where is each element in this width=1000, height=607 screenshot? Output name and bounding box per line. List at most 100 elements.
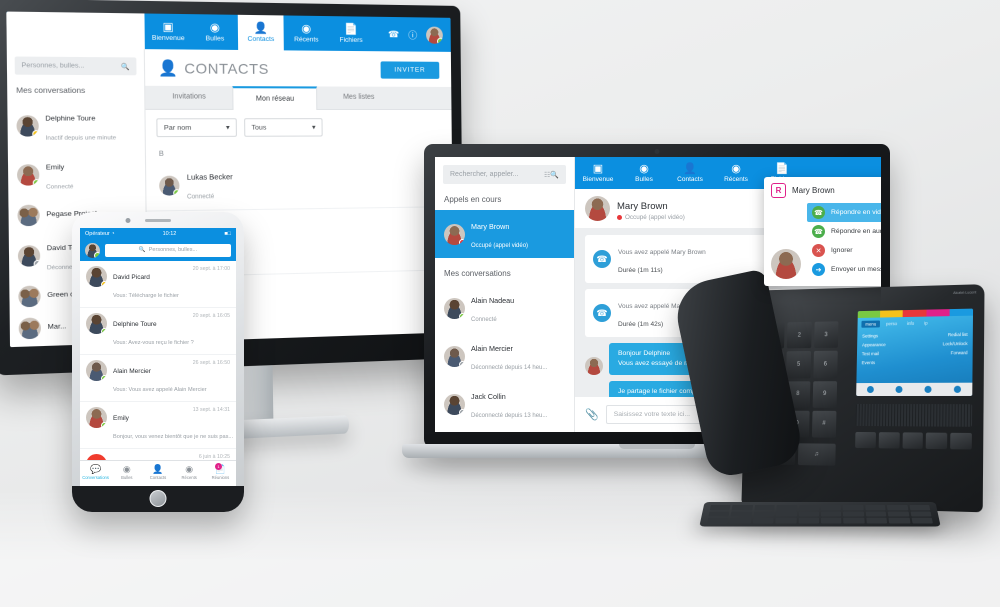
- kb-key[interactable]: [730, 511, 753, 517]
- fn-key[interactable]: [926, 432, 948, 450]
- kb-key[interactable]: [910, 511, 932, 517]
- tab-menu[interactable]: menu: [861, 320, 881, 328]
- tab-contacts[interactable]: 👤 Contacts: [142, 461, 173, 484]
- kb-key[interactable]: [911, 517, 933, 524]
- kb-key[interactable]: [888, 517, 911, 524]
- tab-mes-listes[interactable]: Mes listes: [317, 86, 400, 109]
- softkey-1[interactable]: [856, 383, 885, 396]
- list-item[interactable]: Alain Mercier Vous: Vous avez appelé Ala…: [80, 355, 236, 402]
- nav-fichiers[interactable]: 📄 Fichiers: [329, 16, 374, 51]
- list-item[interactable]: Delphine Toure Vous: Avez-vous reçu le f…: [80, 308, 236, 355]
- fn-key[interactable]: [878, 432, 900, 449]
- list-item[interactable]: David Picard Vous: Télécharge le fichier…: [80, 261, 236, 308]
- menu-item-redial-list[interactable]: Redial list: [943, 330, 968, 339]
- list-item[interactable]: Alain Mercier Déconnecté depuis 14 heu..…: [435, 332, 574, 380]
- magic-keyboard-module[interactable]: [699, 501, 941, 527]
- kb-key[interactable]: [708, 511, 730, 517]
- list-item[interactable]: LL Line Levy Line Levy a essayé de vous …: [80, 449, 236, 460]
- kb-key[interactable]: [820, 511, 842, 517]
- nav-bienvenue[interactable]: ▣ Bienvenue: [575, 157, 621, 189]
- speaker-icon[interactable]: ♫: [797, 443, 836, 466]
- kb-key[interactable]: [732, 504, 753, 511]
- kb-key[interactable]: [820, 517, 842, 524]
- fn-key[interactable]: [902, 432, 924, 449]
- filter-select[interactable]: Tous ▾: [244, 118, 323, 137]
- tab-reunions[interactable]: 📄 Réunions 1: [205, 461, 236, 484]
- menu-item-test-mail[interactable]: Test mail: [862, 349, 886, 358]
- avatar[interactable]: [425, 26, 443, 44]
- kb-key[interactable]: [709, 504, 731, 511]
- key-6[interactable]: 6: [812, 350, 838, 378]
- kb-key[interactable]: [843, 511, 865, 517]
- tab-mon-reseau[interactable]: Mon réseau: [232, 86, 318, 110]
- nav-bienvenue[interactable]: ▣ Bienvenue: [144, 13, 191, 49]
- kb-key[interactable]: [866, 517, 888, 524]
- kb-key[interactable]: [775, 511, 797, 517]
- softkey-3[interactable]: [913, 383, 942, 396]
- key-2[interactable]: 2: [787, 321, 812, 349]
- nav-contacts[interactable]: 👤 Contacts: [667, 157, 713, 189]
- kb-key[interactable]: [865, 511, 887, 517]
- tab-info[interactable]: info: [903, 320, 918, 327]
- list-item[interactable]: Jack Collin Déconnecté depuis 13 heu...: [435, 380, 574, 428]
- avatar[interactable]: [85, 242, 100, 258]
- kb-key[interactable]: [798, 511, 819, 517]
- kb-key[interactable]: [752, 517, 774, 524]
- menu-item-settings[interactable]: Settings: [862, 331, 886, 340]
- answer-audio-button[interactable]: ☎ Répondre en audio: [807, 222, 881, 241]
- nav-contacts[interactable]: 👤 Contacts: [237, 14, 284, 51]
- active-call-item[interactable]: Mary Brown Occupé (appel vidéo): [435, 210, 574, 258]
- nav-bulles[interactable]: ◉ Bulles: [621, 157, 667, 189]
- softkey-2[interactable]: [885, 383, 914, 396]
- search-input[interactable]: 🔍 Personnes, bulles...: [105, 243, 231, 257]
- kb-key[interactable]: [754, 504, 775, 511]
- key-hash[interactable]: #: [811, 410, 837, 438]
- table-row[interactable]: Lukas Becker Connecté: [146, 158, 453, 212]
- kb-key[interactable]: [753, 511, 775, 517]
- key-3[interactable]: 3: [813, 321, 839, 349]
- nav-recents[interactable]: ◉ Récents: [283, 15, 328, 50]
- kb-key[interactable]: [776, 504, 797, 511]
- tab-invitations[interactable]: Invitations: [145, 86, 232, 109]
- kb-key[interactable]: [798, 504, 820, 511]
- info-icon[interactable]: ⓘ: [408, 28, 417, 41]
- search-input[interactable]: Rechercher, appeler... ☷🔍: [443, 165, 566, 184]
- kb-key[interactable]: [865, 504, 886, 511]
- kb-key[interactable]: [887, 504, 908, 511]
- menu-item-forward[interactable]: Forward: [943, 348, 968, 357]
- fn-key[interactable]: [950, 432, 972, 450]
- softkey-4[interactable]: [943, 383, 973, 396]
- menu-item-events[interactable]: Events: [862, 358, 886, 367]
- menu-item-lock-unlock[interactable]: Lock/Unlock: [943, 339, 968, 348]
- kb-key[interactable]: [843, 517, 865, 524]
- kb-key[interactable]: [887, 511, 910, 517]
- kb-key[interactable]: [909, 504, 931, 511]
- list-item[interactable]: Alain Nadeau Connecté: [435, 284, 574, 332]
- search-input[interactable]: Personnes, bulles... 🔍: [14, 56, 137, 76]
- kb-key[interactable]: [798, 517, 819, 524]
- nav-recents[interactable]: ◉ Récents: [713, 157, 759, 189]
- kb-key[interactable]: [843, 504, 864, 511]
- sort-select[interactable]: Par nom ▾: [156, 118, 237, 138]
- kb-key[interactable]: [775, 517, 797, 524]
- tab-perso[interactable]: perso: [882, 320, 901, 327]
- key-9[interactable]: 9: [812, 380, 838, 408]
- answer-video-button[interactable]: ☎ Répondre en vidéo: [807, 203, 881, 222]
- nav-bulles[interactable]: ◉ Bulles: [191, 14, 238, 50]
- invite-button[interactable]: INVITER: [380, 60, 440, 79]
- tab-ip[interactable]: ip: [920, 319, 932, 326]
- home-button[interactable]: [149, 490, 167, 507]
- ignore-button[interactable]: ✕ Ignorer: [807, 241, 881, 260]
- list-item[interactable]: Delphine Toure Inactif depuis une minute: [7, 101, 145, 150]
- menu-item-appearance[interactable]: Appearance: [862, 340, 886, 349]
- key-5[interactable]: 5: [786, 351, 811, 378]
- tab-recents[interactable]: ◉ Récents: [174, 461, 205, 484]
- tab-bulles[interactable]: ◉ Bulles: [111, 461, 142, 484]
- kb-key[interactable]: [729, 517, 752, 524]
- list-item[interactable]: Emily Connecté: [8, 150, 146, 200]
- list-item[interactable]: Emily Bonjour, vous venez bientôt que je…: [80, 402, 236, 449]
- kb-key[interactable]: [820, 504, 842, 511]
- send-message-button[interactable]: ➔ Envoyer un message: [807, 260, 881, 279]
- kb-key[interactable]: [707, 517, 729, 524]
- tab-conversations[interactable]: 💬 Conversations: [80, 461, 111, 484]
